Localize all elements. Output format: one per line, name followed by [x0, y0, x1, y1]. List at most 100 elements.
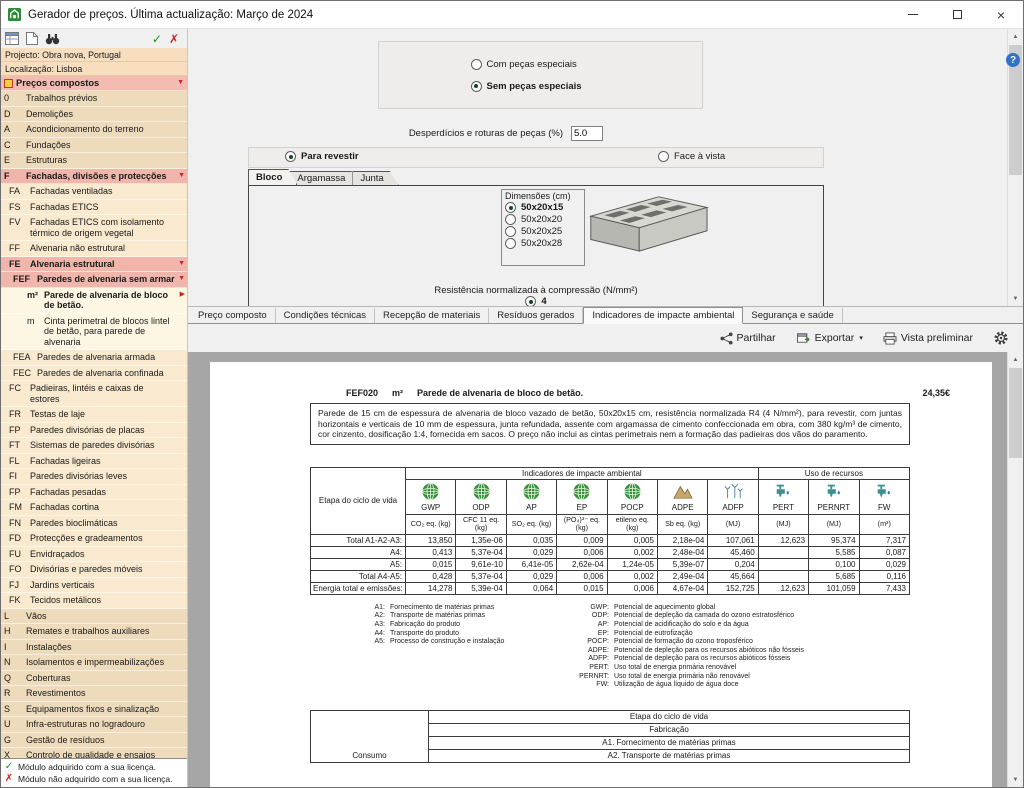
scroll-down-icon[interactable]: ▼: [1008, 772, 1023, 787]
tree-item-fe-alvenaria-estrutural[interactable]: FEAlvenaria estrutural▼: [1, 257, 187, 273]
radio-sem-pe-as-especiais[interactable]: Sem peças especiais: [471, 81, 611, 92]
tree-item-fi-paredes-divis-rias-l[interactable]: FIParedes divisórias leves: [1, 469, 187, 485]
env-col-pocp: POCP: [607, 479, 657, 514]
env-unit-pocp: etileno eq. (kg): [607, 514, 657, 534]
license-legend: ✓Módulo adquirido com a sua licença.✗Mód…: [1, 758, 187, 787]
tree-header[interactable]: Preços compostos ▼: [1, 76, 187, 91]
app-icon: [7, 7, 22, 22]
globe-icon: [610, 481, 655, 502]
tree-item-fn-paredes-bioclim-tica[interactable]: FNParedes bioclimáticas: [1, 516, 187, 532]
options-panel: Com peças especiais Sem peças especiais D…: [188, 29, 1023, 306]
tree-item-fu-envidra-ados[interactable]: FUEnvidraçados: [1, 547, 187, 563]
tree-item-0-trabalhos-pr-vios[interactable]: 0Trabalhos prévios: [1, 91, 187, 107]
radio-para-revestir[interactable]: Para revestir: [285, 151, 359, 162]
tree-item-fp-paredes-divis-rias-d[interactable]: FPParedes divisórias de placas: [1, 423, 187, 439]
globe-icon: [458, 481, 503, 502]
tree-item-fl-fachadas-ligeiras[interactable]: FLFachadas ligeiras: [1, 454, 187, 470]
legend-row: ✓Módulo adquirido com a sua licença.: [4, 761, 184, 773]
tree-item-fm-fachadas-cortina[interactable]: FMFachadas cortina: [1, 500, 187, 516]
radio-50x20x25[interactable]: 50x20x25: [505, 226, 581, 237]
cancel-icon[interactable]: ✗: [169, 33, 179, 45]
env-row-a4: A4:0,4135,37e-040,0290,0060,0022,48e-044…: [311, 546, 910, 558]
tree-item-fs-fachadas-etics[interactable]: FSFachadas ETICS: [1, 200, 187, 216]
close-icon: ×: [997, 8, 1005, 22]
tree-item-r-revestimentos[interactable]: RRevestimentos: [1, 686, 187, 702]
env-col-fw: FW: [859, 479, 909, 514]
form-scrollbar[interactable]: ▲ ▼: [1007, 29, 1023, 306]
tree-item-fk-tecidos-met-licos[interactable]: FKTecidos metálicos: [1, 593, 187, 609]
radio-50x20x20[interactable]: 50x20x20: [505, 214, 581, 225]
tree-item-m-cinta-perimetral-de-[interactable]: mCinta perimetral de blocos lintel de be…: [1, 314, 187, 351]
tree-item-fr-testas-de-laje[interactable]: FRTestas de laje: [1, 407, 187, 423]
chevron-down-icon: ▼: [177, 79, 184, 86]
minimize-button[interactable]: [891, 1, 935, 28]
tree-item-f-fachadas-divis-es-e-[interactable]: FFachadas, divisões e protecções▼: [1, 169, 187, 185]
tree-item-d-demoli-es[interactable]: DDemolições: [1, 107, 187, 123]
tree-item-a-acondicionamento-do-[interactable]: AAcondicionamento do terreno: [1, 122, 187, 138]
help-icon[interactable]: ?: [1006, 53, 1020, 67]
tab-condi-es-t-cnicas[interactable]: Condições técnicas: [276, 308, 375, 323]
form-tab-junta[interactable]: Junta: [352, 171, 398, 185]
radio-com-pe-as-especiais[interactable]: Com peças especiais: [471, 59, 611, 70]
chevron-down-icon: ▼: [178, 172, 185, 179]
tree-item-fd-protec-es-e-gradeame[interactable]: FDProtecções e gradeamentos: [1, 531, 187, 547]
tree-item-ff-alvenaria-n-o-estrut[interactable]: FFAlvenaria não estrutural: [1, 241, 187, 257]
tree-item-fo-divis-rias-e-paredes[interactable]: FODivisórias e paredes móveis: [1, 562, 187, 578]
detail-tabs: Preço compostoCondições técnicasRecepção…: [188, 306, 1023, 324]
radio-50x20x28[interactable]: 50x20x28: [505, 238, 581, 249]
dimensions-label: Dimensões (cm): [505, 191, 581, 201]
tree-item-u-infra-estruturas-no-[interactable]: UInfra-estruturas no logradouro: [1, 717, 187, 733]
gear-icon[interactable]: [993, 330, 1009, 346]
close-button[interactable]: ×: [979, 1, 1023, 28]
action-partilhar[interactable]: Partilhar: [720, 332, 776, 345]
scroll-down-icon[interactable]: ▼: [1008, 291, 1023, 306]
tree-item-c-funda-es[interactable]: CFundações: [1, 138, 187, 154]
tab-recep-o-de-materiais[interactable]: Recepção de materiais: [375, 308, 489, 323]
radio-50x20x15[interactable]: 50x20x15: [505, 202, 581, 213]
radio-face-vista[interactable]: Face à vista: [658, 151, 725, 162]
tab-pre-o-composto[interactable]: Preço composto: [190, 308, 276, 323]
action-exportar[interactable]: Exportar▾: [796, 332, 863, 345]
tree-item-fa-fachadas-ventiladas[interactable]: FAFachadas ventiladas: [1, 184, 187, 200]
form-tab-argamassa[interactable]: Argamassa: [289, 171, 360, 185]
tab-seguran-a-e-sa-de[interactable]: Segurança e saúde: [743, 308, 842, 323]
item-code: FEF020: [346, 388, 378, 398]
grid-button[interactable]: [5, 32, 19, 45]
binoculars-button[interactable]: [45, 33, 60, 45]
tree-item-fc-padieiras-lint-is-e-[interactable]: FCPadieiras, lintéis e caixas de estores: [1, 381, 187, 407]
main-area: Com peças especiais Sem peças especiais D…: [187, 29, 1023, 787]
document-button[interactable]: [26, 32, 38, 45]
tree-item-l-v-os[interactable]: LVãos: [1, 609, 187, 625]
radio-4[interactable]: 4: [525, 296, 546, 306]
tree-item-fea-paredes-de-alvenaria[interactable]: FEAParedes de alvenaria armada: [1, 350, 187, 366]
scroll-up-icon[interactable]: ▲: [1008, 29, 1023, 44]
tab-res-duos-gerados[interactable]: Resíduos gerados: [489, 308, 583, 323]
tree-item-fef-paredes-de-alvenaria[interactable]: FEFParedes de alvenaria sem armar▼: [1, 272, 187, 288]
tree-item-fv-fachadas-etics-com-i[interactable]: FVFachadas ETICS com isolamento térmico …: [1, 215, 187, 241]
tree-item-n-isolamentos-e-imperm[interactable]: NIsolamentos e impermeabilizações: [1, 655, 187, 671]
tree-item-m-parede-de-alvenaria-[interactable]: m²Parede de alvenaria de bloco de betão.…: [1, 288, 187, 314]
chapter-tree: 0Trabalhos préviosDDemoliçõesAAcondicion…: [1, 91, 187, 758]
env-col-adpe: ADPE: [657, 479, 707, 514]
tree-item-e-estruturas[interactable]: EEstruturas: [1, 153, 187, 169]
scrollbar-thumb[interactable]: [1009, 368, 1022, 458]
tree-item-fp-fachadas-pesadas[interactable]: FPFachadas pesadas: [1, 485, 187, 501]
tree-item-g-gest-o-de-res-duos[interactable]: GGestão de resíduos: [1, 733, 187, 749]
tree-item-fec-paredes-de-alvenaria[interactable]: FECParedes de alvenaria confinada: [1, 366, 187, 382]
maximize-button[interactable]: [935, 1, 979, 28]
document-preview-area: FEF020 m² Parede de alvenaria de bloco d…: [188, 352, 1023, 787]
tree-item-ft-sistemas-de-paredes-[interactable]: FTSistemas de paredes divisórias: [1, 438, 187, 454]
tab-indicadores-de-impacte-ambiental[interactable]: Indicadores de impacte ambiental: [583, 307, 743, 324]
document-scrollbar[interactable]: ▲ ▼: [1007, 352, 1023, 787]
confirm-icon[interactable]: ✓: [152, 33, 162, 45]
tree-item-s-equipamentos-fixos-e[interactable]: SEquipamentos fixos e sinalização: [1, 702, 187, 718]
action-vista-preliminar[interactable]: Vista preliminar: [883, 332, 973, 345]
tree-item-i-instala-es[interactable]: IInstalações: [1, 640, 187, 656]
tree-item-q-coberturas[interactable]: QCoberturas: [1, 671, 187, 687]
legend-entry-odp: ODP:Potencial de depleção da camada do o…: [570, 612, 910, 621]
tree-item-x-controlo-de-qualidad[interactable]: XControlo de qualidade e ensaios: [1, 748, 187, 758]
tree-item-h-remates-e-trabalhos-[interactable]: HRemates e trabalhos auxiliares: [1, 624, 187, 640]
waste-input[interactable]: [571, 126, 603, 141]
tree-item-fj-jardins-verticais[interactable]: FJJardins verticais: [1, 578, 187, 594]
scroll-up-icon[interactable]: ▲: [1008, 352, 1023, 367]
